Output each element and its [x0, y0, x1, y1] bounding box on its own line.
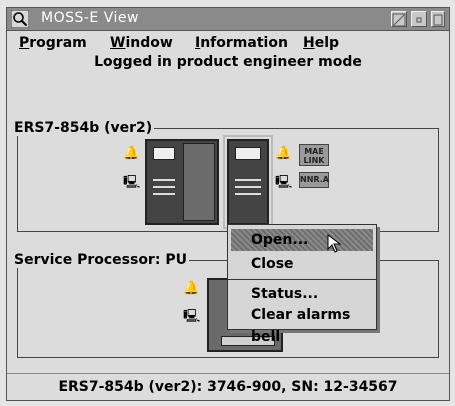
computer-icon: 🖳: [275, 175, 293, 190]
service-processor-label: Service Processor: PU: [14, 252, 187, 268]
search-icon[interactable]: [11, 10, 29, 28]
menu-program[interactable]: Program: [19, 35, 87, 51]
resize-icon[interactable]: [391, 11, 407, 27]
computer-icon: 🖳: [183, 309, 201, 324]
bell-icon: 🔔: [183, 281, 200, 296]
ers7-cabinet-selected[interactable]: [223, 135, 273, 229]
context-menu-close[interactable]: Close: [231, 253, 373, 275]
context-menu-separator: [228, 279, 376, 280]
mode-text: Logged in product engineer mode: [94, 54, 362, 70]
menu-information[interactable]: Information: [195, 35, 288, 51]
minimize-icon[interactable]: [411, 11, 427, 27]
ers7-cabinet-main[interactable]: [145, 139, 219, 225]
title-bar[interactable]: MOSS-E View: [7, 8, 449, 31]
ers7-group-label: ERS7-854b (ver2): [14, 120, 153, 136]
mae-link-tag[interactable]: MAE LINK: [299, 144, 329, 166]
maximize-icon[interactable]: [431, 11, 445, 27]
main-window: MOSS-E View Program Window Information H…: [6, 7, 450, 401]
computer-icon: 🖳: [123, 175, 141, 190]
context-menu: Open... Close Status... Clear alarms bel…: [227, 224, 377, 345]
bell-icon: 🔔: [123, 146, 140, 161]
menu-help[interactable]: Help: [303, 35, 339, 51]
context-menu-status[interactable]: Status...: [231, 283, 373, 305]
context-menu-open[interactable]: Open...: [231, 229, 373, 251]
window-title: MOSS-E View: [41, 10, 139, 26]
bell-icon: 🔔: [275, 146, 292, 161]
mouse-pointer-icon: [327, 234, 342, 253]
status-bar: ERS7-854b (ver2): 3746-900, SN: 12-34567: [7, 373, 449, 399]
context-menu-clear-alarms-bell[interactable]: Clear alarms bell: [231, 304, 373, 345]
menu-bar: Program Window Information Help: [7, 32, 449, 54]
nnra-tag[interactable]: NNR.A: [299, 172, 329, 188]
menu-window[interactable]: Window: [110, 35, 173, 51]
